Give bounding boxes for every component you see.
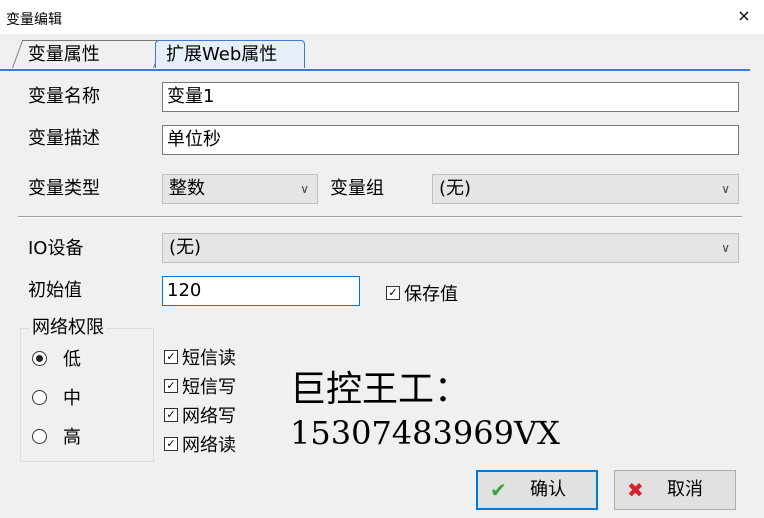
network-write-checkbox[interactable]: ✓ 网络写 — [164, 404, 236, 430]
radio-medium[interactable]: 中 — [32, 386, 81, 412]
radio-selected-icon — [32, 350, 47, 366]
cancel-button[interactable]: ✖ 取消 — [614, 470, 736, 510]
variable-name-label: 变量名称 — [28, 86, 100, 107]
close-icon: ✖ — [627, 478, 644, 502]
radio-empty-icon — [32, 428, 47, 444]
overlay-contact-number: 15307483969VX — [290, 414, 560, 452]
initial-value-label: 初始值 — [28, 280, 82, 301]
variable-group-value: (无) — [439, 178, 472, 199]
chevron-down-icon: ∨ — [300, 182, 309, 196]
io-device-label: IO设备 — [28, 238, 84, 259]
radio-low-label: 低 — [63, 349, 81, 370]
sms-read-checkbox[interactable]: ✓ 短信读 — [164, 346, 236, 372]
radio-medium-label: 中 — [63, 388, 81, 409]
variable-name-field[interactable]: 变量1 — [162, 82, 739, 112]
title-bar: 变量编辑 × — [0, 0, 764, 35]
radio-high[interactable]: 高 — [32, 425, 81, 451]
cancel-label: 取消 — [667, 479, 703, 500]
tab-variable-properties[interactable]: 变量属性 — [12, 40, 165, 68]
sms-write-checkbox[interactable]: ✓ 短信写 — [164, 375, 236, 401]
checkmark-icon: ✔ — [490, 478, 507, 502]
tab-web-properties[interactable]: 扩展Web属性 — [155, 40, 305, 68]
separator — [18, 216, 742, 218]
variable-desc-label: 变量描述 — [28, 128, 100, 149]
variable-type-select[interactable]: 整数 ∨ — [162, 174, 318, 204]
save-value-checkbox[interactable]: ✓ 保存值 — [386, 282, 458, 308]
chevron-down-icon: ∨ — [721, 241, 730, 255]
confirm-label: 确认 — [530, 479, 566, 500]
checkbox-checked-icon: ✓ — [164, 350, 178, 364]
dialog-body: 变量属性 扩展Web属性 变量名称 变量1 变量描述 单位秒 变量类型 整数 ∨… — [0, 34, 764, 518]
radio-low[interactable]: 低 — [32, 347, 81, 373]
variable-desc-field[interactable]: 单位秒 — [162, 125, 739, 155]
network-read-checkbox[interactable]: ✓ 网络读 — [164, 433, 236, 459]
sms-read-label: 短信读 — [182, 348, 236, 369]
initial-value-field[interactable]: 120 — [162, 276, 360, 306]
window-title: 变量编辑 — [6, 12, 62, 28]
radio-empty-icon — [32, 389, 47, 405]
sms-write-label: 短信写 — [182, 377, 236, 398]
tab-label: 变量属性 — [27, 44, 100, 65]
checkbox-checked-icon: ✓ — [386, 286, 400, 300]
close-icon[interactable]: × — [734, 6, 754, 26]
checkbox-checked-icon: ✓ — [164, 408, 178, 422]
chevron-down-icon: ∨ — [721, 182, 730, 196]
checkbox-checked-icon: ✓ — [164, 437, 178, 451]
save-value-label: 保存值 — [404, 284, 458, 305]
checkbox-checked-icon: ✓ — [164, 379, 178, 393]
variable-type-value: 整数 — [169, 178, 205, 199]
io-device-value: (无) — [169, 237, 202, 258]
network-permission-title: 网络权限 — [30, 316, 106, 340]
confirm-button[interactable]: ✔ 确认 — [476, 470, 598, 510]
overlay-contact-name: 巨控王工： — [290, 369, 471, 410]
variable-group-select[interactable]: (无) ∨ — [432, 174, 739, 204]
radio-high-label: 高 — [63, 427, 81, 448]
network-write-label: 网络写 — [182, 406, 236, 427]
io-device-select[interactable]: (无) ∨ — [162, 233, 739, 263]
tab-underline — [0, 69, 750, 71]
tab-bar: 变量属性 扩展Web属性 — [0, 34, 764, 71]
variable-type-label: 变量类型 — [28, 178, 100, 199]
network-read-label: 网络读 — [182, 435, 236, 456]
variable-group-label: 变量组 — [330, 178, 384, 199]
